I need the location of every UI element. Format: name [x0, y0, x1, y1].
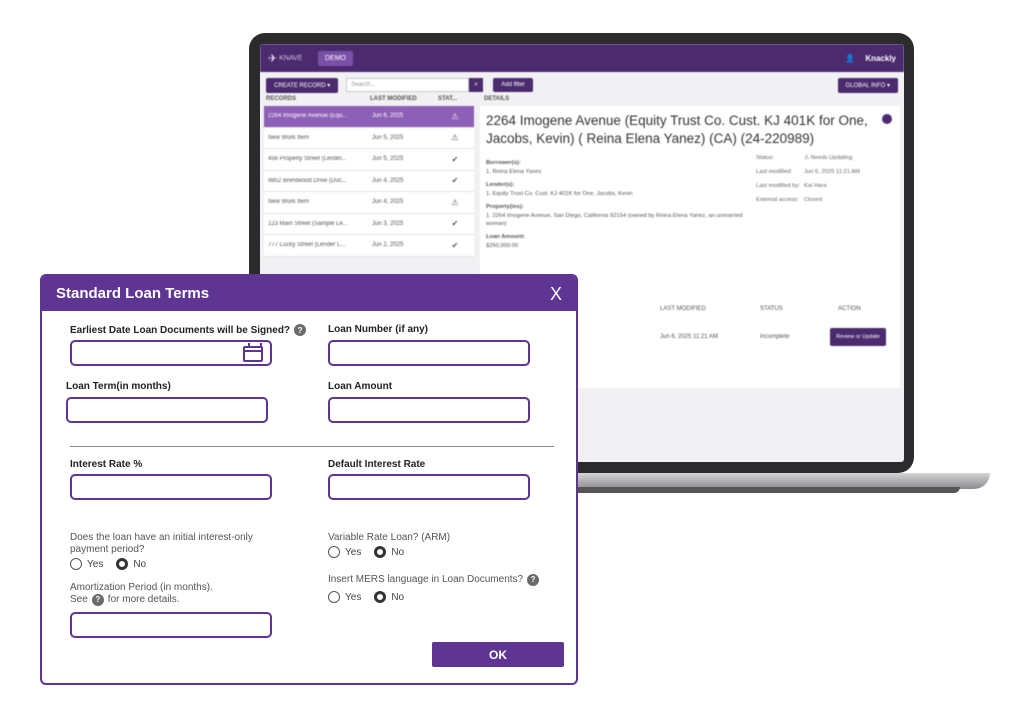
interest-only-no-radio[interactable]	[116, 558, 129, 570]
review-or-update-button[interactable]: Review or Update	[830, 328, 886, 346]
external-access-row: External access: Closed	[756, 197, 823, 203]
app-toolbar: CREATE RECORD ▾ Search... ⌕ Add filter G…	[266, 77, 898, 93]
laptop-base-shadow	[540, 487, 960, 493]
close-details-icon[interactable]	[882, 114, 892, 124]
record-list-headers: RECORDS LAST MODIFIED STAT...	[266, 96, 466, 102]
variable-rate-question: Variable Rate Loan? (ARM)	[328, 532, 451, 543]
interest-only-yes-radio[interactable]	[70, 558, 82, 570]
default-interest-rate-input[interactable]	[328, 474, 530, 500]
app-logo: ✈ KNAVE	[268, 51, 308, 65]
loan-term-label: Loan Term(in months)	[66, 381, 171, 392]
check-icon: ✔	[451, 154, 459, 164]
task-headers: LAST MODIFIED STATUS ACTION	[660, 306, 861, 312]
record-row[interactable]: 777 Lucky Street (Lender L... Jun 2, 202…	[264, 235, 474, 257]
check-icon: ✔	[451, 176, 459, 186]
add-filter-button[interactable]: Add filter	[493, 78, 533, 92]
user-icon: 👤	[845, 53, 856, 63]
loan-number-input[interactable]	[328, 340, 530, 366]
create-record-button[interactable]: CREATE RECORD ▾	[266, 77, 339, 93]
amortization-label: Amortization Period (in months).	[70, 582, 213, 593]
close-icon[interactable]: X	[550, 285, 562, 303]
task-status: Incomplete	[760, 334, 790, 340]
interest-rate-label: Interest Rate %	[70, 459, 143, 470]
mers-no-radio[interactable]	[374, 591, 387, 603]
earliest-date-input[interactable]	[70, 340, 272, 366]
user-menu[interactable]: 👤 Knackly	[845, 54, 896, 63]
record-row[interactable]: New Work Item Jun 4, 2025 ⚠	[264, 192, 474, 214]
app-topbar: ✈ KNAVE DEMO 👤 Knackly	[260, 44, 904, 72]
property-label: Property(ies):	[486, 204, 524, 210]
loan-term-input[interactable]	[66, 397, 268, 423]
loan-amount-label: Loan Amount:	[486, 234, 526, 240]
search-icon[interactable]: ⌕	[469, 78, 484, 92]
details-header: DETAILS	[484, 96, 510, 102]
details-right: Status: ⚠ Needs Updating Last modified: …	[756, 154, 894, 250]
status-badge: ⚠ Needs Updating	[804, 155, 853, 161]
record-row[interactable]: 2264 Imogene Avenue (Equ... Jun 6, 2025 …	[264, 106, 474, 128]
warning-icon: ⚠	[451, 197, 459, 207]
global-info-button[interactable]: GLOBAL INFO ▾	[837, 77, 898, 93]
section-divider	[70, 446, 554, 447]
task-date: Jun 6, 2025 11:21 AM	[660, 334, 718, 340]
mers-question: Insert MERS language in Loan Documents? …	[328, 574, 540, 586]
status-row: Status: ⚠ Needs Updating	[756, 154, 894, 162]
calendar-icon[interactable]	[243, 343, 263, 362]
loan-amount-input[interactable]	[328, 397, 530, 423]
record-row[interactable]: 9852 Brentwood Drive (Duc... Jun 4, 2025…	[264, 171, 474, 192]
record-row[interactable]: New Work Item Jun 5, 2025 ⚠	[264, 128, 474, 149]
interest-only-question: Does the loan have an initial interest-o…	[70, 532, 253, 555]
help-icon[interactable]: ?	[91, 594, 104, 606]
modal-title: Standard Loan Terms	[56, 285, 210, 302]
earliest-date-label: Earliest Date Loan Documents will be Sig…	[70, 324, 307, 336]
variable-rate-yes-radio[interactable]	[328, 546, 340, 558]
loan-amount-label: Loan Amount	[328, 381, 393, 392]
check-icon: ✔	[451, 240, 459, 250]
check-icon: ✔	[451, 219, 459, 229]
help-icon[interactable]: ?	[527, 574, 540, 586]
task-header-status: STATUS	[760, 306, 783, 312]
ok-button[interactable]: OK	[432, 642, 564, 667]
record-list: 2264 Imogene Avenue (Equ... Jun 6, 2025 …	[264, 106, 474, 257]
details-columns: Borrower(s): 1. Reina Elena Yanez Lender…	[486, 154, 894, 250]
header-last-modified[interactable]: LAST MODIFIED	[370, 96, 438, 102]
help-icon[interactable]: ?	[294, 324, 307, 336]
header-records[interactable]: RECORDS	[266, 96, 370, 102]
task-header-last-modified: LAST MODIFIED	[660, 306, 706, 312]
loan-number-label: Loan Number (if any)	[328, 324, 429, 335]
task-header-action: ACTION	[838, 306, 861, 312]
standard-loan-terms-modal: Standard Loan Terms X Earliest Date Loan…	[40, 274, 578, 685]
lenders-value: 1. Equity Trust Co. Cust. KJ 401K for On…	[486, 191, 633, 197]
lenders-label: Lender(s):	[486, 182, 515, 188]
stage: ✈ KNAVE DEMO 👤 Knackly CREATE RECORD ▾ S…	[0, 0, 1024, 725]
default-interest-rate-label: Default Interest Rate	[328, 459, 426, 470]
demo-badge[interactable]: DEMO	[318, 50, 353, 66]
property-value: 1. 2264 Imogene Avenue, San Diego, Calif…	[486, 213, 743, 227]
mers-radio-group: Yes No	[328, 591, 412, 603]
record-row[interactable]: 123 Main Street (Sample Le... Jun 3, 202…	[264, 214, 474, 235]
warning-icon: ⚠	[451, 111, 459, 121]
warning-icon: ⚠	[451, 133, 459, 143]
borrowers-value: 1. Reina Elena Yanez	[486, 169, 542, 175]
interest-rate-input[interactable]	[70, 474, 272, 500]
record-search-input[interactable]: Search...	[346, 78, 470, 92]
record-title: 2264 Imogene Avenue (Equity Trust Co. Cu…	[486, 113, 868, 146]
brand-name: Knackly	[865, 53, 896, 63]
logo-text: KNAVE	[279, 54, 303, 62]
amortization-see-details: See ? for more details.	[70, 594, 180, 606]
logo-icon: ✈	[268, 52, 278, 65]
amortization-period-input[interactable]	[70, 612, 272, 638]
header-status[interactable]: STAT...	[438, 96, 457, 102]
last-modified-row: Last modified: Jun 6, 2025 11:21 AM	[756, 169, 860, 175]
modal-header: Standard Loan Terms X	[42, 276, 576, 311]
last-modified-by-row: Last modified by: Kai Hara	[756, 183, 827, 189]
borrowers-label: Borrower(s):	[486, 160, 521, 166]
mers-yes-radio[interactable]	[328, 591, 340, 603]
details-left: Borrower(s): 1. Reina Elena Yanez Lender…	[486, 154, 756, 250]
interest-only-radio-group: Yes No	[70, 558, 154, 570]
variable-rate-radio-group: Yes No	[328, 546, 412, 558]
loan-amount-value: $260,000.00	[486, 243, 519, 249]
record-row[interactable]: 456 Property Street (Lendin... Jun 5, 20…	[264, 149, 474, 171]
variable-rate-no-radio[interactable]	[374, 546, 387, 558]
